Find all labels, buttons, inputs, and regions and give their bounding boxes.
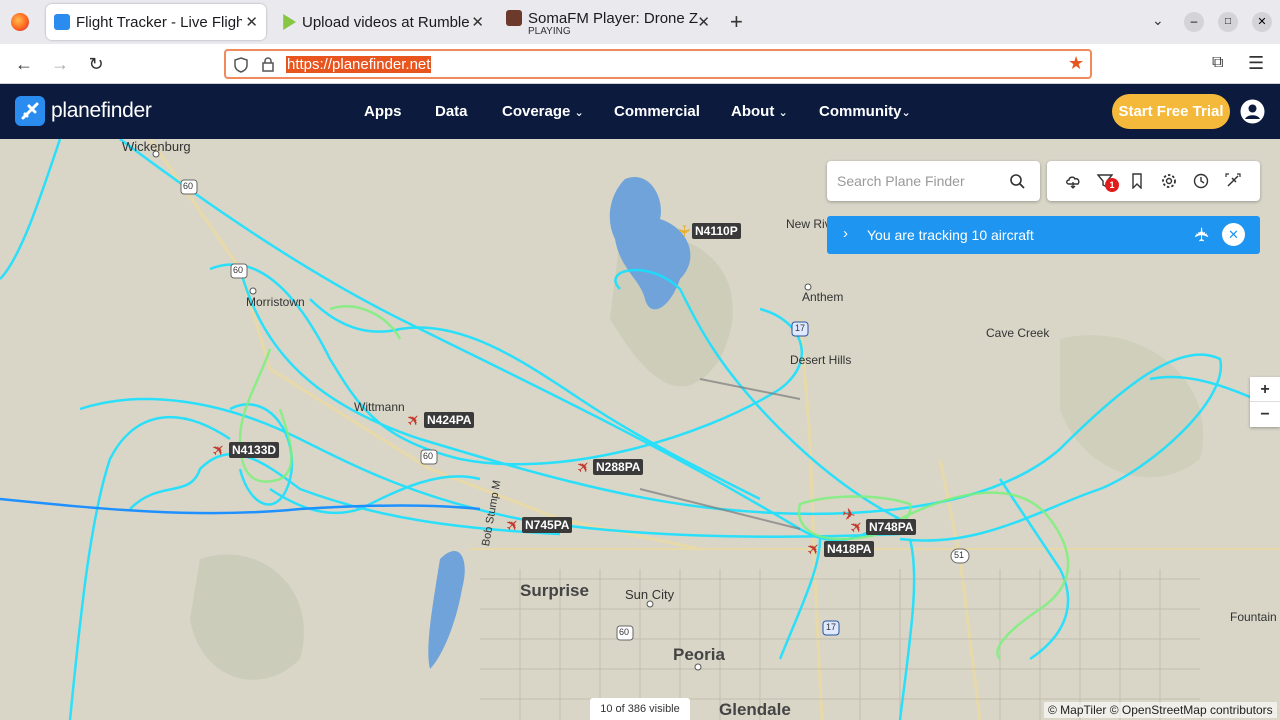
tab-somafm[interactable]: SomaFM Player: Drone Zo PLAYING ✕ — [498, 4, 718, 40]
route-shield-17: 17 — [795, 323, 806, 333]
browser-tab-bar: Flight Tracker - Live Flight ✕ Upload vi… — [0, 0, 1280, 44]
aircraft-label[interactable]: N4133D — [229, 442, 280, 458]
logo-text: planefinder — [51, 99, 152, 122]
reload-icon[interactable]: ↻ — [84, 52, 108, 76]
zoom-in-button[interactable]: + — [1250, 377, 1280, 402]
shield-icon — [234, 57, 248, 73]
place-sun-city: Sun City — [625, 587, 675, 602]
tab-playing-label: PLAYING — [528, 26, 571, 37]
forward-icon[interactable]: → — [48, 52, 72, 76]
tracking-text: You are tracking 10 aircraft — [867, 227, 1034, 243]
route-shield-51: 51 — [954, 550, 965, 560]
history-icon[interactable] — [1193, 173, 1209, 189]
map-toolbar: 1 — [1047, 161, 1260, 201]
minimize-icon[interactable]: – — [1184, 12, 1204, 32]
extensions-icon[interactable]: ⧉ — [1212, 54, 1223, 72]
start-free-trial-button[interactable]: Start Free Trial — [1112, 94, 1230, 129]
nav-coverage[interactable]: Coverage ⌄ — [502, 103, 584, 120]
rumble-favicon — [283, 14, 296, 30]
planefinder-favicon — [54, 14, 70, 30]
place-cave-creek: Cave Creek — [986, 326, 1050, 340]
user-account-icon[interactable] — [1240, 99, 1265, 124]
tab-title: Flight Tracker - Live Flight — [76, 13, 242, 31]
url-bar[interactable]: https://planefinder.net ★ — [224, 49, 1092, 79]
tracking-banner[interactable]: › You are tracking 10 aircraft ✈ ✕ — [827, 216, 1260, 254]
tab-list-icon[interactable]: ⌄ — [1152, 12, 1164, 29]
nav-coverage-label: Coverage — [502, 103, 571, 120]
back-icon[interactable]: ← — [12, 52, 36, 76]
close-tab-icon[interactable]: ✕ — [245, 13, 258, 31]
route-shield-60: 60 — [619, 627, 630, 637]
aircraft-label[interactable]: N418PA — [824, 541, 875, 557]
weather-cloud-icon[interactable] — [1065, 173, 1081, 189]
zoom-out-button[interactable]: − — [1250, 402, 1280, 427]
bookmark-star-icon[interactable]: ★ — [1068, 53, 1084, 74]
place-glendale: Glendale — [719, 700, 791, 719]
planefinder-logo[interactable]: planefinder — [15, 96, 152, 126]
tab-rumble[interactable]: Upload videos at Rumble ✕ — [272, 4, 492, 40]
lock-icon — [262, 57, 274, 72]
nav-community-label: Community — [819, 103, 902, 120]
close-tab-icon[interactable]: ✕ — [697, 13, 710, 31]
tab-flight-tracker[interactable]: Flight Tracker - Live Flight ✕ — [46, 4, 266, 40]
place-desert-hills: Desert Hills — [790, 353, 852, 367]
somafm-favicon — [506, 10, 522, 26]
nav-about-label: About — [731, 103, 775, 120]
map-attribution: © MapTiler © OpenStreetMap contributors — [1044, 702, 1277, 718]
ar-plane-icon[interactable] — [1225, 173, 1241, 189]
chevron-down-icon: ⌄ — [901, 107, 911, 119]
place-peoria: Peoria — [673, 645, 725, 664]
chevron-down-icon: ⌄ — [778, 107, 788, 119]
search-input[interactable] — [837, 170, 1007, 192]
aircraft-label[interactable]: N424PA — [424, 412, 475, 428]
plane-icon[interactable]: ✈ — [675, 224, 692, 237]
aircraft-label[interactable]: N4110P — [692, 223, 741, 239]
aircraft-label[interactable]: N745PA — [522, 517, 573, 533]
chevron-down-icon: ⌄ — [574, 107, 584, 119]
search-box — [827, 161, 1040, 201]
zoom-controls: + − — [1250, 377, 1280, 427]
place-anthem: Anthem — [802, 290, 844, 304]
nav-about[interactable]: About ⌄ — [731, 103, 788, 120]
place-surprise: Surprise — [520, 581, 589, 600]
new-tab-icon[interactable]: + — [730, 9, 743, 35]
place-new-river: New Riv — [786, 217, 831, 231]
aircraft-label[interactable]: N288PA — [593, 459, 644, 475]
place-wickenburg: Wickenburg — [122, 139, 191, 154]
site-header: planefinder Apps Data Coverage ⌄ Commerc… — [0, 84, 1280, 139]
filter-count-badge: 1 — [1105, 178, 1119, 192]
bookmark-icon[interactable] — [1129, 173, 1145, 189]
browser-nav-bar: ← → ↻ https://planefinder.net ★ ⧉ ☰ — [0, 44, 1280, 84]
route-shield-60: 60 — [183, 181, 194, 191]
nav-apps[interactable]: Apps — [364, 103, 402, 120]
nav-data[interactable]: Data — [435, 103, 468, 120]
gear-icon[interactable] — [1161, 173, 1177, 189]
chevron-right-icon[interactable]: › — [843, 225, 848, 242]
plane-outline-icon: ✈ — [1192, 226, 1214, 243]
route-shield-60: 60 — [423, 451, 434, 461]
plane-logo-icon — [15, 96, 45, 126]
app-menu-icon[interactable]: ☰ — [1248, 53, 1264, 74]
nav-community[interactable]: Community⌄ — [819, 103, 911, 120]
url-text[interactable]: https://planefinder.net — [286, 56, 432, 73]
tab-title: SomaFM Player: Drone Zo — [528, 9, 698, 27]
tab-title: Upload videos at Rumble — [302, 13, 470, 31]
place-morristown: Morristown — [246, 295, 305, 309]
route-shield-60: 60 — [233, 265, 244, 275]
flight-map[interactable]: 60 60 60 60 17 17 51 Wickenburg Morristo… — [0, 139, 1280, 720]
route-shield-17: 17 — [826, 622, 837, 632]
close-tracking-button[interactable]: ✕ — [1222, 223, 1245, 246]
aircraft-label[interactable]: N748PA — [866, 519, 917, 535]
close-window-icon[interactable]: ✕ — [1252, 12, 1272, 32]
maximize-icon[interactable]: □ — [1218, 12, 1238, 32]
place-wittmann: Wittmann — [354, 400, 405, 414]
visible-count: 10 of 386 visible — [590, 698, 690, 720]
place-fountain: Fountain — [1230, 610, 1277, 624]
search-icon[interactable] — [1010, 174, 1025, 189]
nav-commercial[interactable]: Commercial — [614, 103, 700, 120]
firefox-icon — [11, 13, 29, 31]
close-tab-icon[interactable]: ✕ — [471, 13, 484, 31]
